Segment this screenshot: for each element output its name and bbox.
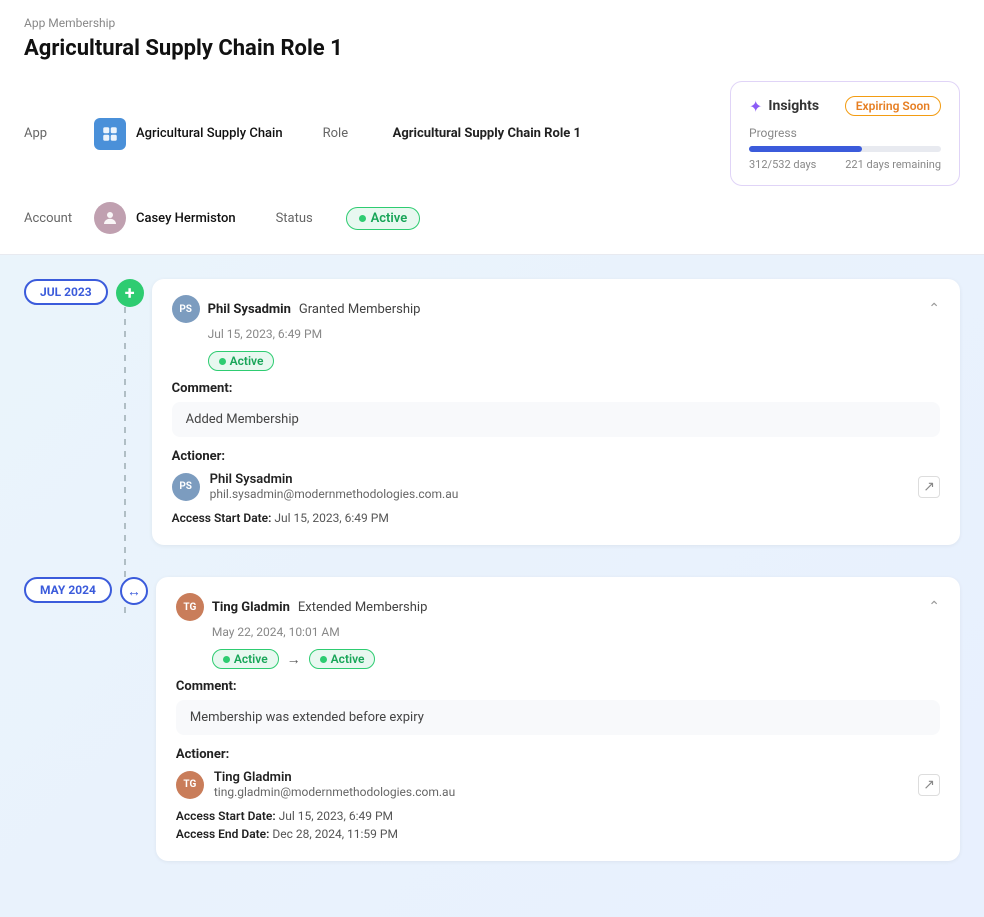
actioner-email-1: ting.gladmin@modernmethodologies.com.au: [214, 785, 455, 799]
expiring-badge: Expiring Soon: [845, 96, 941, 116]
insights-title-group: ✦ Insights: [749, 97, 819, 116]
actioner-row-1: TG Ting Gladmin ting.gladmin@modernmetho…: [176, 770, 940, 799]
progress-bar-background: [749, 146, 941, 152]
page-title: Agricultural Supply Chain Role 1: [24, 36, 960, 61]
app-label: App: [24, 126, 84, 141]
account-avatar: [94, 202, 126, 234]
status-badge: Active: [346, 207, 421, 230]
actioner-info-0: Phil Sysadmin phil.sysadmin@modernmethod…: [210, 472, 459, 501]
app-icon: [94, 118, 126, 150]
insights-stats: 312/532 days 221 days remaining: [749, 158, 941, 171]
event-actioner-label-1: Actioner:: [176, 747, 940, 762]
timeline-icon-1[interactable]: ↔: [120, 577, 148, 605]
role-value: Agricultural Supply Chain Role 1: [393, 126, 581, 141]
event-comment-label-0: Comment:: [172, 381, 940, 396]
app-value: Agricultural Supply Chain: [136, 126, 283, 141]
access-start-label-1: Access Start Date:: [176, 809, 276, 823]
timeline-section: JUL 2023 + PS Phil Sysadmin Granted Memb…: [0, 255, 984, 917]
event-access-start-row-0: Access Start Date: Jul 15, 2023, 6:49 PM: [172, 511, 940, 525]
account-label: Account: [24, 211, 84, 226]
access-end-label-1: Access End Date:: [176, 827, 270, 841]
timeline-entry-1: MAY 2024 ↔ TG Ting Gladmin Extended Memb…: [24, 577, 960, 861]
access-start-value-0: Jul 15, 2023, 6:49 PM: [274, 511, 388, 525]
actioner-email-0: phil.sysadmin@modernmethodologies.com.au: [210, 487, 459, 501]
app-meta-item: App Agricultural Supply Chain: [24, 118, 283, 150]
access-start-value-1: Jul 15, 2023, 6:49 PM: [279, 809, 393, 823]
insights-days-used: 312/532 days: [749, 158, 816, 171]
access-end-value-1: Dec 28, 2024, 11:59 PM: [272, 827, 398, 841]
event-timestamp-0: Jul 15, 2023, 6:49 PM: [172, 327, 940, 341]
event-action-1: Extended Membership: [298, 600, 428, 615]
actioner-avatar-0: PS: [172, 473, 200, 501]
event-comment-box-1: Membership was extended before expiry: [176, 700, 940, 735]
event-comment-box-0: Added Membership: [172, 402, 940, 437]
timeline-line-0: [124, 307, 126, 613]
status-dot-from-1: [223, 656, 230, 663]
account-value: Casey Hermiston: [136, 211, 236, 226]
event-actor-1: Ting Gladmin: [212, 600, 290, 615]
event-header-0: PS Phil Sysadmin Granted Membership ⌃: [172, 295, 940, 323]
breadcrumb: App Membership: [24, 16, 960, 30]
status-dot: [359, 215, 366, 222]
actioner-avatar-1: TG: [176, 771, 204, 799]
event-status-to-badge-1: Active: [309, 649, 376, 669]
event-actor-0: Phil Sysadmin: [208, 302, 291, 317]
insights-title: Insights: [768, 98, 819, 114]
event-chevron-0[interactable]: ⌃: [928, 301, 940, 317]
meta-row: App Agricultural Supply Chain Role Agric…: [24, 81, 960, 186]
event-header-1: TG Ting Gladmin Extended Membership ⌃: [176, 593, 940, 621]
event-avatar-1: TG: [176, 593, 204, 621]
insights-header: ✦ Insights Expiring Soon: [749, 96, 941, 116]
actioner-row-0: PS Phil Sysadmin phil.sysadmin@modernmet…: [172, 472, 940, 501]
timeline-card-1: TG Ting Gladmin Extended Membership ⌃ Ma…: [156, 577, 960, 861]
status-dot-to-1: [320, 656, 327, 663]
event-timestamp-1: May 22, 2024, 10:01 AM: [176, 625, 940, 639]
insights-progress-label: Progress: [749, 126, 941, 140]
status-label: Status: [276, 211, 336, 226]
page-header: App Membership Agricultural Supply Chain…: [0, 0, 984, 255]
status-dot-0: [219, 358, 226, 365]
external-link-icon-1[interactable]: ↗: [918, 774, 940, 796]
timeline-icon-0[interactable]: +: [116, 279, 144, 307]
event-status-row-1: Active → Active: [176, 649, 940, 669]
actioner-info-1: Ting Gladmin ting.gladmin@modernmethodol…: [214, 770, 455, 799]
external-link-icon-0[interactable]: ↗: [918, 476, 940, 498]
actioner-name-0: Phil Sysadmin: [210, 472, 459, 487]
spark-icon: ✦: [749, 97, 762, 116]
event-actioner-label-0: Actioner:: [172, 449, 940, 464]
event-status-from-badge-1: Active: [212, 649, 279, 669]
timeline-card-0: PS Phil Sysadmin Granted Membership ⌃ Ju…: [152, 279, 960, 545]
insights-days-remaining: 221 days remaining: [845, 158, 941, 171]
timeline-entry-0: JUL 2023 + PS Phil Sysadmin Granted Memb…: [24, 279, 960, 545]
event-comment-label-1: Comment:: [176, 679, 940, 694]
account-meta-item: Account Casey Hermiston: [24, 202, 236, 234]
event-chevron-1[interactable]: ⌃: [928, 599, 940, 615]
progress-bar-fill: [749, 146, 862, 152]
timeline-date-badge-0: JUL 2023: [24, 279, 108, 305]
status-meta-item: Status Active: [276, 207, 421, 230]
access-start-label-0: Access Start Date:: [172, 511, 272, 525]
event-action-0: Granted Membership: [299, 302, 421, 317]
event-status-row-0: Active: [172, 351, 940, 371]
timeline-date-badge-1: MAY 2024: [24, 577, 112, 603]
insights-card: ✦ Insights Expiring Soon Progress 312/53…: [730, 81, 960, 186]
event-status-badge-0: Active: [208, 351, 275, 371]
role-meta-item: Role Agricultural Supply Chain Role 1: [323, 126, 581, 141]
event-avatar-0: PS: [172, 295, 200, 323]
event-access-start-row-1: Access Start Date: Jul 15, 2023, 6:49 PM: [176, 809, 940, 823]
event-access-end-row-1: Access End Date: Dec 28, 2024, 11:59 PM: [176, 827, 940, 841]
arrow-right-1: →: [287, 651, 301, 668]
status-value: Active: [371, 211, 408, 226]
role-label: Role: [323, 126, 383, 141]
meta-row-2: Account Casey Hermiston Status Active: [24, 202, 960, 234]
actioner-name-1: Ting Gladmin: [214, 770, 455, 785]
